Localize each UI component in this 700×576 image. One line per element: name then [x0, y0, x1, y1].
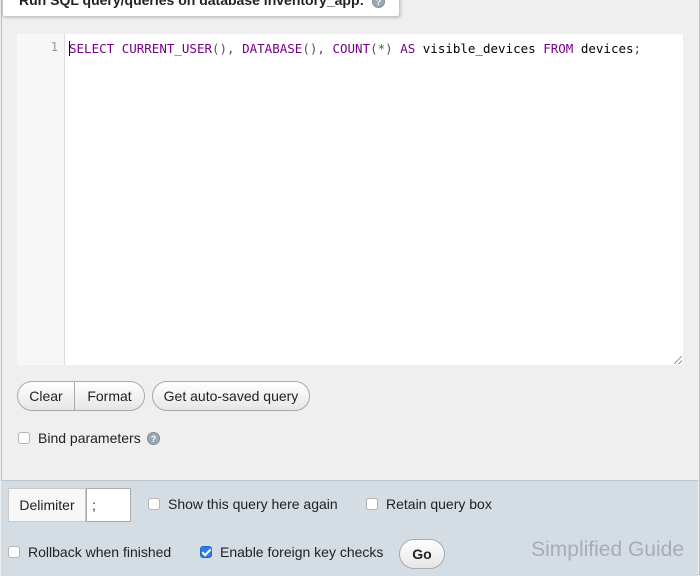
get-auto-saved-query-button[interactable]: Get auto-saved query	[152, 381, 310, 411]
retain-query-box-label: Retain query box	[386, 496, 492, 512]
go-button[interactable]: Go	[399, 539, 445, 569]
legend-text: Run SQL query/queries on database invent…	[19, 0, 365, 8]
watermark: Simplified Guide	[531, 538, 684, 561]
enable-foreign-key-checks-label: Enable foreign key checks	[220, 544, 384, 560]
show-query-again-label: Show this query here again	[168, 496, 338, 512]
sql-keyword: CURRENT_USER	[121, 41, 212, 56]
sql-keyword: FROM	[543, 41, 574, 56]
sql-punctuation: (),	[302, 41, 325, 56]
line-number: 1	[50, 40, 58, 54]
sql-editor[interactable]: 1 SELECT CURRENT_USER(), DATABASE(), COU…	[17, 34, 683, 365]
sql-punctuation: (*)	[370, 41, 393, 56]
sql-keyword: AS	[400, 41, 416, 56]
sql-keyword: DATABASE	[242, 41, 303, 56]
delimiter-label: Delimiter	[8, 488, 86, 522]
sql-code[interactable]: SELECT CURRENT_USER(), DATABASE(), COUNT…	[69, 38, 673, 59]
retain-query-box-checkbox[interactable]	[366, 498, 378, 510]
enable-foreign-key-checks-checkbox[interactable]	[200, 546, 212, 558]
bind-parameters-help-icon[interactable]: ?	[147, 432, 160, 445]
help-icon[interactable]: ?	[372, 0, 386, 8]
format-button[interactable]: Format	[74, 381, 145, 411]
sql-keyword: SELECT	[69, 41, 115, 56]
sql-keyword: COUNT	[332, 41, 371, 56]
bind-parameters-label: Bind parameters	[38, 430, 141, 446]
sql-token: devices	[580, 41, 634, 56]
sql-punctuation: ;	[633, 41, 642, 56]
fieldset-legend: Run SQL query/queries on database invent…	[2, 0, 401, 17]
rollback-when-finished-label: Rollback when finished	[28, 544, 172, 560]
line-number-gutter: 1	[17, 34, 65, 365]
show-query-again-checkbox[interactable]	[148, 498, 160, 510]
sql-token: visible_devices	[422, 41, 536, 56]
sql-punctuation: (),	[212, 41, 235, 56]
rollback-when-finished-checkbox[interactable]	[8, 546, 20, 558]
delimiter-input[interactable]: ;	[86, 488, 131, 522]
resize-grip-icon[interactable]	[674, 356, 682, 364]
clear-button[interactable]: Clear	[17, 381, 75, 411]
bind-parameters-checkbox[interactable]	[18, 432, 30, 444]
